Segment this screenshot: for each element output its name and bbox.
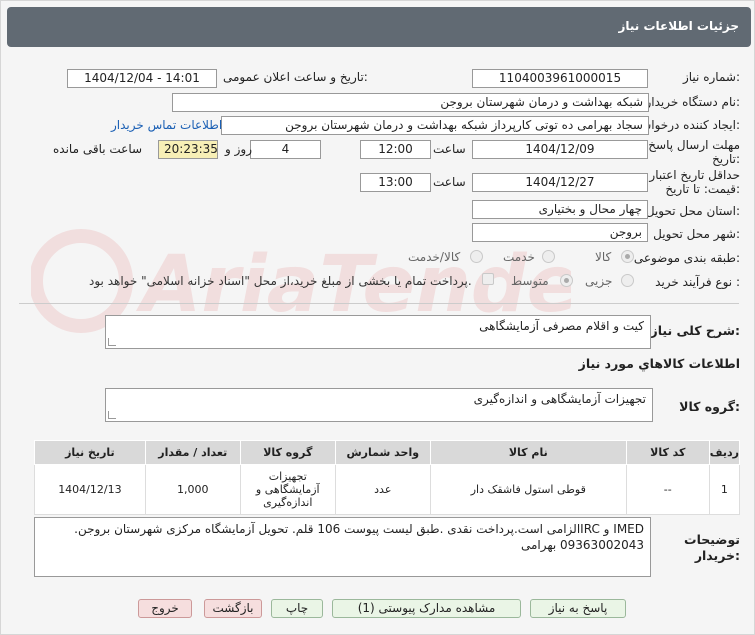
process-label: نوع فرآیند خرید : <box>655 275 740 289</box>
items-table: ردیف کد کالا نام کالا واحد شمارش گروه کا… <box>34 440 741 515</box>
col-header-row: ردیف <box>708 440 741 465</box>
goods-group-label: گروه کالا: <box>679 399 740 414</box>
col-header-qty: تعداد / مقدار <box>144 440 241 465</box>
process-option-minor: جزیی <box>585 274 613 288</box>
notes-line-2: 09363002043 بهرامی <box>520 538 644 552</box>
goods-group-text: تجهیزات آزمایشگاهی و اندازه‌گیری <box>473 392 646 406</box>
need-number-field: 1104003961000015 <box>472 69 648 88</box>
reply-button[interactable]: پاسخ به نیاز <box>530 599 626 618</box>
category-radio-goods-service[interactable] <box>470 250 483 263</box>
province-label: استان محل تحویل: <box>645 204 740 218</box>
category-radio-goods[interactable] <box>621 250 634 263</box>
col-header-name: نام کالا <box>429 440 627 465</box>
process-radio-minor[interactable] <box>621 274 634 287</box>
goods-info-title: اطلاعات کالاهاي مورد نياز <box>578 356 740 371</box>
category-option-goods: کالا <box>595 250 612 264</box>
divider-1 <box>19 303 739 304</box>
back-button[interactable]: بازگشت <box>204 599 262 618</box>
validity-label-line1: حداقل تاریخ اعتبار <box>649 168 740 182</box>
buyer-org-label: نام دستگاه خریدار: <box>645 95 741 109</box>
payment-note: پرداخت تمام یا بخشی از مبلغ خرید،از محل … <box>89 274 472 288</box>
deadline-date-field: 1404/12/09 <box>472 140 648 159</box>
col-header-code: کد کالا <box>625 440 710 465</box>
province-field: چهار محال و بختیاری <box>472 200 648 219</box>
buyer-org-field: شبکه بهداشت و درمان شهرستان بروجن <box>172 93 649 112</box>
deadline-label-line1: مهلت ارسال پاسخ: تا <box>633 138 740 152</box>
remaining-label: ساعت باقی مانده <box>53 142 143 156</box>
validity-label-line2: قیمت: تا تاریخ: <box>665 182 740 196</box>
validity-time-field: 13:00 <box>360 173 431 192</box>
buyer-contact-link[interactable]: اطلاعات تماس خریدار <box>111 118 222 132</box>
cell-group: تجهیزات آزمایشگاهی و اندازه‌گیری <box>239 464 336 515</box>
cell-code: -- <box>625 464 710 515</box>
title-bar: جزئیات اطلاعات نیاز <box>7 7 751 47</box>
resize-handle[interactable] <box>108 338 116 346</box>
cell-qty: 1,000 <box>144 464 241 515</box>
remaining-time-field: 20:23:35 <box>158 140 218 159</box>
deadline-time-field: 12:00 <box>360 140 431 159</box>
city-field: بروجن <box>472 223 648 242</box>
process-option-medium: متوسط <box>511 274 549 288</box>
table-header-row: ردیف کد کالا نام کالا واحد شمارش گروه کا… <box>34 440 741 465</box>
col-header-group: گروه کالا <box>239 440 336 465</box>
category-option-service: خدمت <box>503 250 535 264</box>
view-attachments-button[interactable]: مشاهده مدارک پیوستی (1) <box>332 599 521 618</box>
deadline-label-line2: تاریخ: <box>712 152 740 166</box>
cell-name: قوطی استول فاشقک دار <box>429 464 627 515</box>
treasury-checkbox[interactable] <box>482 273 494 285</box>
summary-label: شرح کلی نیاز: <box>650 323 741 338</box>
days-label: روز و <box>225 142 252 156</box>
table-row[interactable]: 1 -- قوطی استول فاشقک دار عدد تجهیزات آز… <box>34 464 741 515</box>
notes-label-line2: خریدار: <box>694 548 740 563</box>
resize-handle[interactable] <box>108 411 116 419</box>
category-radio-service[interactable] <box>542 250 555 263</box>
need-number-label: شماره نیاز: <box>682 70 740 84</box>
col-header-date: تاریخ نیاز <box>34 440 146 465</box>
creator-field: سجاد بهرامی ده توتی کارپرداز شبکه بهداشت… <box>221 116 649 135</box>
summary-text: کیت و اقلام مصرفی آزمایشگاهی <box>479 319 644 333</box>
notes-line-1: IMED و IRCالزامی است.پرداخت نقدی .طبق لی… <box>74 522 644 536</box>
announce-label: تاریخ و ساعت اعلان عمومی: <box>223 70 368 84</box>
process-radio-medium[interactable] <box>560 274 573 287</box>
print-button[interactable]: چاپ <box>271 599 323 618</box>
page-frame: جزئیات اطلاعات نیاز AriaTender.net شماره… <box>0 0 755 635</box>
exit-button[interactable]: خروج <box>138 599 192 618</box>
deadline-time-label: ساعت <box>433 142 466 156</box>
summary-textarea: کیت و اقلام مصرفی آزمایشگاهی <box>105 315 651 349</box>
validity-time-label: ساعت <box>433 175 466 189</box>
cell-date: 1404/12/13 <box>34 464 146 515</box>
notes-textarea: IMED و IRCالزامی است.پرداخت نقدی .طبق لی… <box>34 517 651 577</box>
page-title: جزئیات اطلاعات نیاز <box>618 19 739 33</box>
goods-group-textarea: تجهیزات آزمایشگاهی و اندازه‌گیری <box>105 388 653 422</box>
col-header-unit: واحد شمارش <box>334 440 431 465</box>
cell-unit: عدد <box>334 464 431 515</box>
notes-label-line1: توضیحات <box>684 532 740 547</box>
category-option-goods-service: کالا/خدمت <box>408 250 461 264</box>
validity-date-field: 1404/12/27 <box>472 173 648 192</box>
days-field: 4 <box>250 140 321 159</box>
city-label: شهر محل تحویل: <box>653 227 740 241</box>
cell-row: 1 <box>708 464 741 515</box>
category-label: طبقه بندی موضوعی: <box>633 251 740 265</box>
announce-field: 1404/12/04 - 14:01 <box>67 69 217 88</box>
